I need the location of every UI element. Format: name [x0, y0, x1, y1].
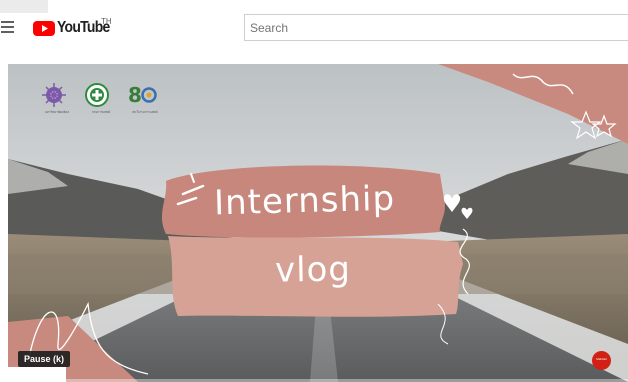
search-box[interactable] [244, 14, 628, 41]
green-health-emblem-icon: กรมการแพทย์ [82, 80, 120, 122]
channel-watermark-badge[interactable]: Mahidol [592, 351, 611, 370]
masthead: YouTube TH [0, 13, 628, 43]
hamburger-bar [1, 21, 14, 23]
video-title-line1: Internship [213, 178, 396, 224]
purple-flower-seal-icon: มหาวิทยาลัยมหิดล [38, 80, 76, 122]
guide-menu-button[interactable] [1, 21, 15, 33]
org-caption: 80 ปี กรมการแพทย์ [132, 110, 158, 114]
svg-text:8: 8 [128, 83, 142, 107]
browser-tab-edge [0, 0, 48, 13]
youtube-page: YouTube TH Search มหาวิทยาลัยมหิดล กรมกา… [0, 0, 628, 382]
org-caption: มหาวิทยาลัยมหิดล [44, 110, 70, 114]
search-input[interactable] [245, 15, 628, 40]
youtube-logo[interactable]: YouTube TH [33, 17, 115, 40]
hamburger-bar [1, 31, 14, 33]
video-title-line2: vlog [274, 249, 352, 291]
pause-tooltip: Pause (k) [18, 351, 71, 367]
org-caption: กรมการแพทย์ [91, 110, 111, 114]
80-anniversary-icon: 8 80 ปี กรมการแพทย์ [126, 80, 164, 122]
video-player[interactable]: มหาวิทยาลัยมหิดล กรมการแพทย์ 8 80 ปี กรม… [8, 64, 628, 382]
organization-logos: มหาวิทยาลัยมหิดล กรมการแพทย์ 8 80 ปี กรม… [38, 80, 168, 122]
youtube-play-icon [33, 21, 55, 36]
hamburger-bar [1, 26, 14, 28]
country-code: TH [101, 17, 112, 26]
